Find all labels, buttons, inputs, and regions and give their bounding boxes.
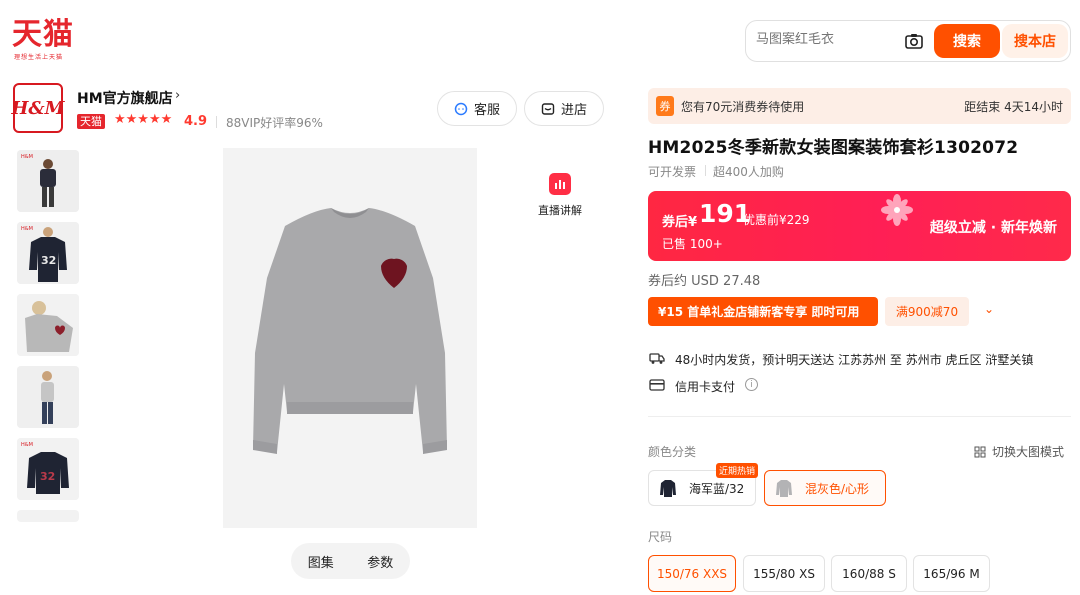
enter-store-button[interactable]: 进店 [524, 91, 604, 126]
grid-icon [974, 446, 986, 457]
thumbnail-6[interactable] [17, 510, 79, 522]
size-option-xs[interactable]: 155/80 XS [743, 555, 825, 592]
cart-count: 超400人加购 [713, 165, 784, 179]
rating-stars: ★★★★★ [114, 112, 173, 127]
chat-icon [454, 102, 468, 115]
model-photo-image: H&M [17, 150, 79, 212]
vip-rate: 88VIP好评率96% [226, 116, 323, 130]
grey-sweater-model-image [17, 294, 79, 356]
payment-method: 信用卡支付 [675, 380, 736, 394]
grey-heart-sweater-image [223, 148, 477, 528]
credit-card-icon [649, 379, 665, 391]
navy-sweater-flat-image: 32 H&M [17, 438, 79, 500]
discount-coupon[interactable]: 满900减70 [885, 297, 969, 326]
svg-text:H&M: H&M [21, 442, 33, 448]
enter-label: 进店 [560, 103, 587, 118]
hot-sale-badge: 近期热销 [716, 463, 759, 478]
grey-sweater-icon [776, 480, 792, 497]
size-option-xxs[interactable]: 150/76 XXS [648, 555, 736, 592]
color-option-label: 海军蓝/32 [689, 481, 745, 496]
switch-view-button[interactable]: 切换大图模式 [974, 443, 1064, 460]
thumbnail-4[interactable] [17, 366, 79, 428]
coupon-banner[interactable]: 券 您有70元消费券待使用 距结束 4天14小时 [648, 88, 1071, 124]
size-label: 尺码 [648, 530, 673, 544]
live-stream-label[interactable]: 直播讲解 [538, 202, 582, 218]
tmall-logo[interactable]: 天猫 [12, 18, 74, 52]
svg-text:32: 32 [40, 470, 55, 483]
coupon-icon: 券 [656, 96, 674, 116]
search-bar: 搜索 搜本店 [745, 20, 1071, 62]
size-option-m[interactable]: 165/96 M [913, 555, 990, 592]
svg-text:H&M: H&M [21, 226, 33, 232]
customer-service-button[interactable]: 客服 [437, 91, 517, 126]
price-slogan: 超级立减 · 新年焕新 [929, 220, 1057, 236]
service-label: 客服 [473, 103, 500, 118]
divider [648, 416, 1071, 417]
tab-params[interactable]: 参数 [367, 552, 393, 571]
store-search-button[interactable]: 搜本店 [1002, 24, 1068, 58]
color-option-label: 混灰色/心形 [805, 481, 870, 496]
shipping-info[interactable]: 48小时内发货，预计明天送达 江苏苏州 至 苏州市 虎丘区 浒墅关镇 [675, 351, 1033, 368]
model-side-image [17, 366, 79, 428]
navy-sweater-image: 32 H&M [17, 222, 79, 284]
info-icon[interactable]: i [745, 378, 758, 391]
thumbnail-2[interactable]: 32 H&M [17, 222, 79, 284]
size-option-s[interactable]: 160/88 S [831, 555, 907, 592]
search-input[interactable] [756, 32, 906, 47]
tab-gallery[interactable]: 图集 [308, 552, 334, 571]
new-customer-coupon[interactable]: ¥15 首单礼金店铺新客专享 即时可用 [648, 297, 878, 326]
switch-view-label: 切换大图模式 [992, 445, 1065, 459]
color-label: 颜色分类 [648, 445, 697, 459]
store-rating: 4.9 [184, 114, 208, 129]
original-price: 优惠前¥229 [743, 213, 810, 227]
thumbnail-5[interactable]: 32 H&M [17, 438, 79, 500]
coupon-countdown: 距结束 4天14小时 [964, 100, 1063, 114]
store-icon [541, 102, 555, 115]
svg-text:H&M: H&M [21, 154, 33, 160]
usd-price: 券后约 USD 27.48 [648, 274, 761, 289]
price-box: 券后¥ 191 优惠前¥229 已售 100+ 超级立减 · 新年焕新 [648, 191, 1071, 261]
chevron-down-icon[interactable]: ⌄ [984, 302, 994, 316]
live-stream-icon[interactable] [549, 173, 571, 195]
tmall-tagline: 理想生活上天猫 [14, 54, 64, 61]
tmall-badge: 天猫 [77, 114, 105, 129]
thumbnail-1[interactable]: H&M [17, 150, 79, 212]
price-label: 券后¥ [662, 215, 698, 230]
truck-icon [649, 353, 665, 364]
chevron-right-icon[interactable]: › [175, 88, 180, 103]
store-logo[interactable]: H&M [11, 83, 65, 133]
camera-icon[interactable] [904, 31, 924, 51]
gallery-tabs: 图集 参数 [291, 543, 410, 579]
color-option-grey[interactable]: 混灰色/心形 [764, 470, 886, 506]
store-name[interactable]: HM官方旗舰店 [77, 88, 173, 108]
svg-text:32: 32 [41, 254, 56, 267]
main-product-image[interactable] [223, 148, 477, 528]
flower-decoration-icon [881, 194, 913, 226]
product-title: HM2025冬季新款女装图案装饰套衫1302072 [648, 138, 1019, 158]
navy-sweater-icon [660, 480, 676, 497]
divider [705, 165, 706, 176]
search-button[interactable]: 搜索 [934, 24, 1000, 58]
sold-count: 已售 100+ [662, 237, 723, 251]
coupon-text: 您有70元消费券待使用 [681, 100, 805, 114]
thumbnail-3[interactable] [17, 294, 79, 356]
divider [216, 116, 217, 128]
invoice-label: 可开发票 [648, 165, 697, 179]
